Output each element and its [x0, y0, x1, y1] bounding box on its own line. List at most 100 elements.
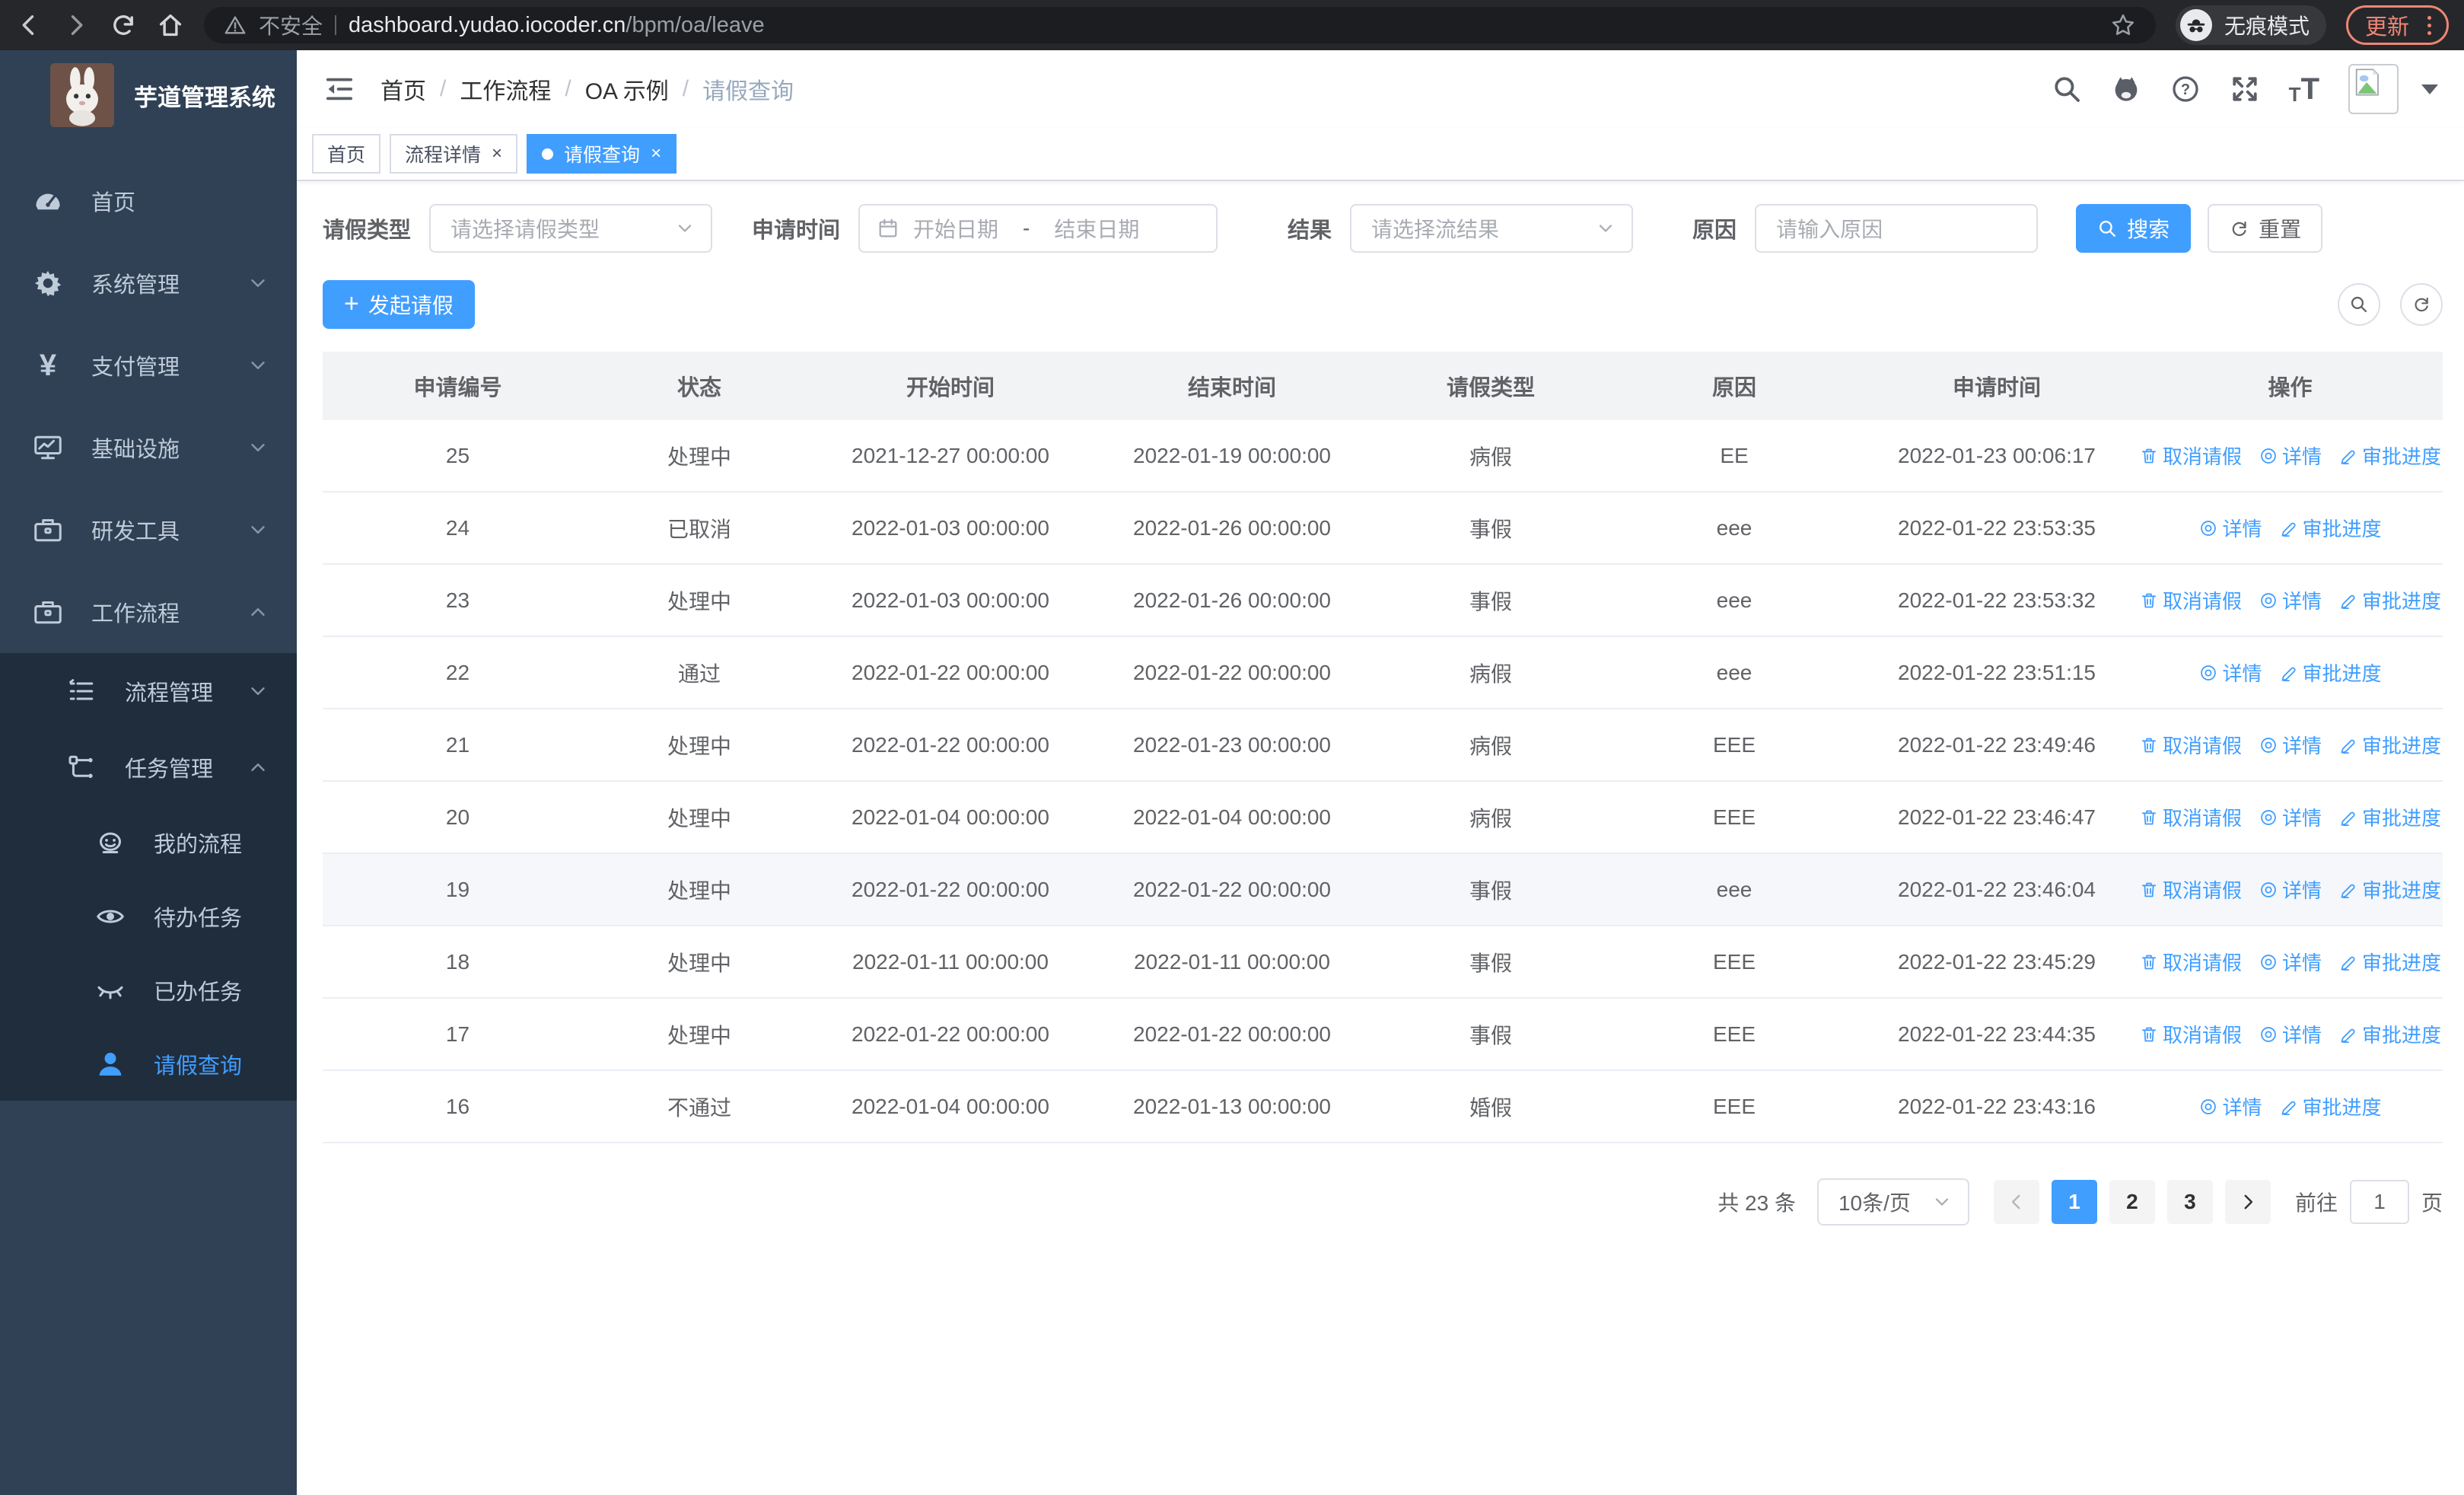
progress-link[interactable]: 审批进度 — [2279, 514, 2382, 542]
chevron-down-icon — [674, 218, 696, 239]
cancel-leave-link[interactable]: 取消请假 — [2139, 1020, 2242, 1048]
page-button-1[interactable]: 1 — [2051, 1180, 2097, 1224]
detail-link[interactable]: 详情 — [2259, 441, 2322, 470]
progress-link[interactable]: 审批进度 — [2338, 803, 2441, 831]
back-arrow-icon[interactable] — [15, 11, 43, 39]
cancel-leave-link[interactable]: 取消请假 — [2139, 803, 2242, 831]
goto-page-input[interactable] — [2349, 1180, 2409, 1224]
update-button[interactable]: 更新 — [2345, 5, 2449, 45]
close-icon[interactable]: × — [492, 145, 502, 163]
search-toggle-button[interactable] — [2338, 283, 2380, 326]
url-text[interactable]: dashboard.yudao.iocoder.cn/bpm/oa/leave — [349, 13, 765, 38]
detail-link[interactable]: 详情 — [2198, 658, 2262, 687]
search-icon[interactable] — [2052, 74, 2082, 104]
col-actions: 操作 — [2268, 376, 2313, 400]
end-date-placeholder[interactable]: 结束日期 — [1054, 213, 1139, 244]
cancel-leave-link[interactable]: 取消请假 — [2139, 875, 2242, 904]
detail-link[interactable]: 详情 — [2198, 514, 2262, 542]
help-icon[interactable]: ? — [2170, 74, 2201, 104]
chevron-down-icon — [247, 436, 269, 459]
detail-link[interactable]: 详情 — [2259, 586, 2322, 614]
avatar[interactable] — [2348, 64, 2399, 114]
font-size-icon[interactable]: TT — [2289, 74, 2319, 104]
sidebar-item-leave-query[interactable]: 请假查询 — [0, 1027, 297, 1101]
cell-reason: EEE — [1712, 949, 1756, 974]
page-size-select[interactable]: 10条/页 — [1816, 1178, 1969, 1226]
cell-leave-type: 婚假 — [1469, 1095, 1512, 1120]
sidebar-item-done-tasks[interactable]: 已办任务 — [0, 953, 297, 1027]
breadcrumb-oa[interactable]: OA 示例 — [585, 72, 669, 106]
eye-closed-icon — [93, 973, 128, 1008]
progress-link[interactable]: 审批进度 — [2279, 1092, 2382, 1120]
fullscreen-icon[interactable] — [2230, 74, 2260, 104]
sidebar-item-workflow[interactable]: 工作流程 — [0, 571, 297, 653]
leave-type-select[interactable]: 请选择请假类型 — [429, 204, 713, 253]
detail-link[interactable]: 详情 — [2259, 803, 2322, 831]
progress-link[interactable]: 审批进度 — [2338, 1020, 2441, 1048]
github-icon[interactable] — [2111, 74, 2141, 104]
star-icon[interactable] — [2110, 12, 2136, 38]
home-icon[interactable] — [157, 11, 184, 39]
tab-process-detail[interactable]: 流程详情 × — [390, 134, 518, 174]
forward-arrow-icon[interactable] — [62, 11, 90, 39]
progress-link[interactable]: 审批进度 — [2279, 658, 2382, 687]
tab-leave-query[interactable]: 请假查询 × — [527, 134, 677, 174]
url-bar[interactable]: 不安全 dashboard.yudao.iocoder.cn/bpm/oa/le… — [204, 7, 2156, 43]
cell-end-time: 2022-01-19 00:00:00 — [1133, 443, 1331, 467]
app-logo[interactable]: 芋道管理系统 — [0, 50, 297, 140]
detail-link[interactable]: 详情 — [2259, 731, 2322, 759]
detail-link[interactable]: 详情 — [2259, 875, 2322, 904]
cancel-leave-link[interactable]: 取消请假 — [2139, 441, 2242, 470]
detail-link[interactable]: 详情 — [2259, 948, 2322, 976]
detail-link[interactable]: 详情 — [2198, 1092, 2262, 1120]
breadcrumb-workflow[interactable]: 工作流程 — [460, 72, 551, 106]
start-date-placeholder[interactable]: 开始日期 — [913, 213, 998, 244]
row-actions: 取消请假 详情 审批进度 — [2138, 854, 2443, 925]
security-label[interactable]: 不安全 — [259, 10, 323, 40]
next-page-button[interactable] — [2224, 1180, 2271, 1224]
tab-home[interactable]: 首页 — [312, 134, 381, 174]
sidebar-item-task-mgmt[interactable]: 任务管理 — [0, 729, 297, 805]
progress-link[interactable]: 审批进度 — [2338, 875, 2441, 904]
caret-down-icon[interactable] — [2421, 84, 2438, 94]
reload-icon[interactable] — [110, 11, 137, 39]
sidebar-fold-icon[interactable] — [323, 72, 356, 106]
reset-button[interactable]: 重置 — [2208, 204, 2323, 253]
col-reason: 原因 — [1711, 376, 1756, 400]
progress-link[interactable]: 审批进度 — [2338, 731, 2441, 759]
page-button-2[interactable]: 2 — [2109, 1180, 2155, 1224]
incognito-badge[interactable]: 无痕模式 — [2175, 5, 2326, 45]
prev-page-button[interactable] — [1993, 1180, 2039, 1224]
sidebar-item-system[interactable]: 系统管理 — [0, 242, 297, 324]
create-leave-button[interactable]: + 发起请假 — [323, 280, 475, 329]
detail-link[interactable]: 详情 — [2259, 1020, 2322, 1048]
cell-end-time: 2022-01-11 00:00:00 — [1134, 949, 1330, 974]
cancel-leave-link[interactable]: 取消请假 — [2139, 948, 2242, 976]
progress-link[interactable]: 审批进度 — [2338, 441, 2441, 470]
sidebar-item-home[interactable]: 首页 — [0, 160, 297, 242]
sidebar-item-payment[interactable]: ¥ 支付管理 — [0, 324, 297, 406]
sidebar-item-process-mgmt[interactable]: 流程管理 — [0, 653, 297, 729]
close-icon[interactable]: × — [651, 145, 661, 163]
refresh-button[interactable] — [2400, 283, 2443, 326]
sidebar-item-todo-tasks[interactable]: 待办任务 — [0, 879, 297, 953]
cancel-leave-link[interactable]: 取消请假 — [2139, 731, 2242, 759]
sidebar-item-infra[interactable]: 基础设施 — [0, 406, 297, 489]
page-button-3[interactable]: 3 — [2166, 1180, 2213, 1224]
result-select[interactable]: 请选择流结果 — [1350, 204, 1634, 253]
search-button[interactable]: 搜索 — [2076, 204, 2192, 253]
progress-link[interactable]: 审批进度 — [2338, 948, 2441, 976]
sidebar-item-my-process[interactable]: 我的流程 — [0, 805, 297, 879]
cell-apply-time: 2022-01-22 23:53:35 — [1898, 515, 2096, 540]
apply-time-range-picker[interactable]: 开始日期 - 结束日期 — [858, 204, 1218, 253]
reason-input[interactable]: 请输入原因 — [1755, 204, 2039, 253]
cell-reason: EEE — [1712, 732, 1756, 757]
breadcrumb-home[interactable]: 首页 — [380, 72, 426, 106]
more-vert-icon[interactable] — [2424, 15, 2434, 35]
col-apply: 申请时间 — [1952, 376, 2041, 400]
progress-link[interactable]: 审批进度 — [2338, 586, 2441, 614]
sidebar-item-devtools[interactable]: 研发工具 — [0, 489, 297, 571]
cancel-leave-link[interactable]: 取消请假 — [2139, 586, 2242, 614]
url-path: /bpm/oa/leave — [626, 12, 765, 37]
monitor-icon — [30, 430, 65, 465]
